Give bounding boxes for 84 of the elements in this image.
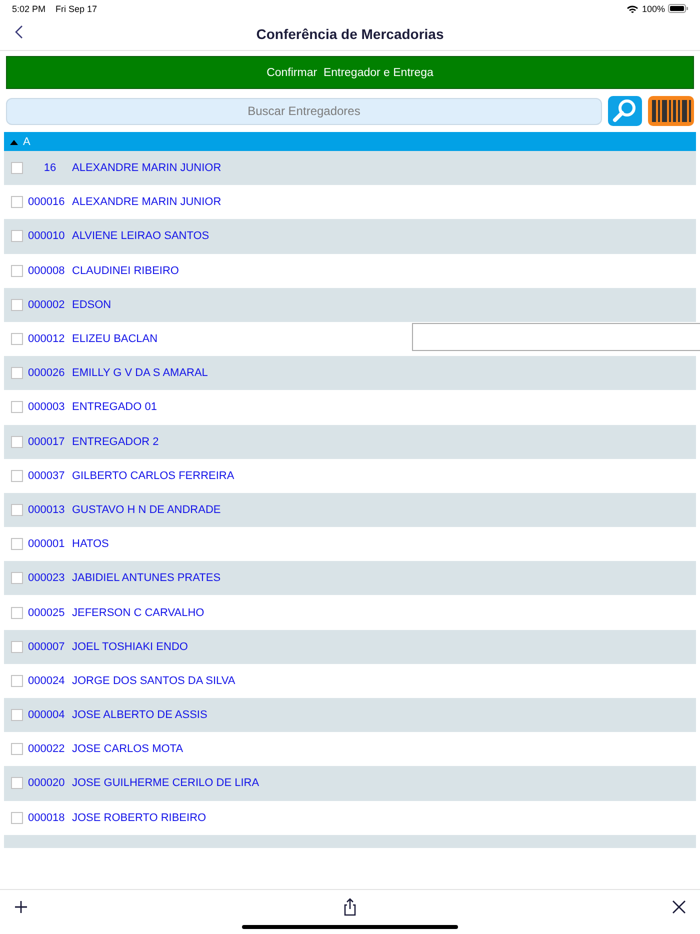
row-name: ALEXANDRE MARIN JUNIOR [72, 196, 222, 208]
row-code: 000022 [28, 743, 66, 756]
checkbox[interactable] [11, 743, 23, 756]
list-row[interactable]: 000002 EDSON [4, 288, 696, 322]
row-code: 000023 [28, 572, 66, 584]
battery-icon [668, 4, 688, 13]
status-date: Fri Sep 17 [56, 4, 98, 14]
close-button[interactable] [670, 898, 688, 916]
row-code: 000001 [28, 538, 66, 550]
row-code: 000012 [28, 333, 66, 346]
row-name: JABIDIEL ANTUNES PRATES [72, 572, 221, 584]
row-code: 000004 [28, 709, 66, 722]
row-name: EMILLY G V DA S AMARAL [72, 367, 208, 380]
row-name: GUSTAVO H N DE ANDRADE [72, 504, 221, 516]
checkbox[interactable] [11, 162, 23, 174]
list-row[interactable]: 000023 JABIDIEL ANTUNES PRATES [4, 561, 696, 596]
row-name: JOSE CARLOS MOTA [72, 743, 184, 756]
checkbox[interactable] [11, 606, 23, 619]
checkbox[interactable] [11, 572, 23, 584]
checkbox[interactable] [11, 230, 23, 242]
row-name: EDSON [72, 298, 112, 311]
search-field[interactable]: Buscar Entregadores [6, 98, 602, 124]
row-name: JOEL TOSHIAKI ENDO [72, 640, 188, 653]
row-name: ENTREGADOR 2 [72, 436, 159, 448]
battery-percent: 100% [642, 4, 665, 14]
checkbox[interactable] [11, 777, 23, 790]
checkbox[interactable] [11, 812, 23, 824]
row-code: 000018 [28, 812, 66, 824]
row-code: 000026 [28, 367, 66, 380]
wifi-icon [626, 4, 638, 12]
row-code: 000025 [28, 606, 66, 619]
list-row[interactable]: 000017 ENTREGADOR 2 [4, 424, 696, 459]
row-name: JEFERSON C CARVALHO [72, 606, 204, 619]
checkbox[interactable] [11, 264, 23, 277]
search-button[interactable] [608, 96, 642, 126]
checkbox[interactable] [11, 640, 23, 653]
row-name: ENTREGADO 01 [72, 401, 157, 414]
list-row[interactable]: 000026 EMILLY G V DA S AMARAL [4, 356, 696, 390]
confirm-button[interactable]: Confirmar Entregador e Entrega [6, 56, 694, 89]
checkbox[interactable] [11, 538, 23, 550]
row-name: JOSE ALBERTO DE ASSIS [72, 709, 208, 722]
checkbox[interactable] [11, 674, 23, 687]
row-name: CLAUDINEI RIBEIRO [72, 264, 179, 277]
checkbox[interactable] [11, 333, 23, 346]
row-code: 000037 [28, 470, 66, 482]
row-name: ALVIENE LEIRAO SANTOS [72, 230, 210, 242]
row-code: 000008 [28, 264, 66, 277]
status-time: 5:02 PM [12, 4, 46, 14]
row-code: 000016 [28, 196, 66, 208]
checkbox[interactable] [11, 470, 23, 482]
row-code: 000013 [28, 504, 66, 516]
row-code: 000007 [28, 640, 66, 653]
row-code: 000003 [28, 401, 66, 414]
row-name: HATOS [72, 538, 109, 550]
row-code: 000017 [28, 436, 66, 448]
row-name: GILBERTO CARLOS FERREIRA [72, 470, 234, 482]
row-name: JORGE DOS SANTOS DA SILVA [72, 674, 236, 687]
list-row[interactable]: 000013 GUSTAVO H N DE ANDRADE [4, 492, 696, 528]
row-code: 000024 [28, 674, 66, 687]
collapse-icon [10, 138, 18, 144]
list-row[interactable]: 000004 JOSE ALBERTO DE ASSIS [4, 698, 696, 732]
checkbox[interactable] [11, 298, 23, 311]
checkbox[interactable] [11, 709, 23, 722]
checkbox[interactable] [11, 401, 23, 414]
row-name: JOSE ROBERTO RIBEIRO [72, 812, 206, 824]
row-name: ELIZEU BACLAN [72, 333, 158, 346]
row-code: 000002 [28, 298, 66, 311]
section-label: A [23, 136, 30, 148]
checkbox[interactable] [11, 504, 23, 516]
row-code: 000020 [28, 777, 66, 790]
row-name: ALEXANDRE MARIN JUNIOR [72, 162, 222, 174]
checkbox[interactable] [11, 196, 23, 208]
checkbox[interactable] [11, 436, 23, 448]
barcode-button[interactable] [648, 96, 694, 126]
list-row[interactable]: 16 ALEXANDRE MARIN JUNIOR [4, 151, 696, 186]
list-row[interactable]: 000010 ALVIENE LEIRAO SANTOS [4, 219, 696, 254]
row-code: 000010 [28, 230, 66, 242]
list-row[interactable]: 000020 JOSE GUILHERME CERILO DE LIRA [4, 766, 696, 801]
checkbox[interactable] [11, 367, 23, 380]
screen-title: Conferência de Mercadorias [256, 26, 444, 42]
list-row[interactable]: 000007 JOEL TOSHIAKI ENDO [4, 630, 696, 664]
add-button[interactable] [12, 898, 30, 916]
row-code: 16 [42, 162, 58, 174]
row-name: JOSE GUILHERME CERILO DE LIRA [72, 777, 260, 790]
